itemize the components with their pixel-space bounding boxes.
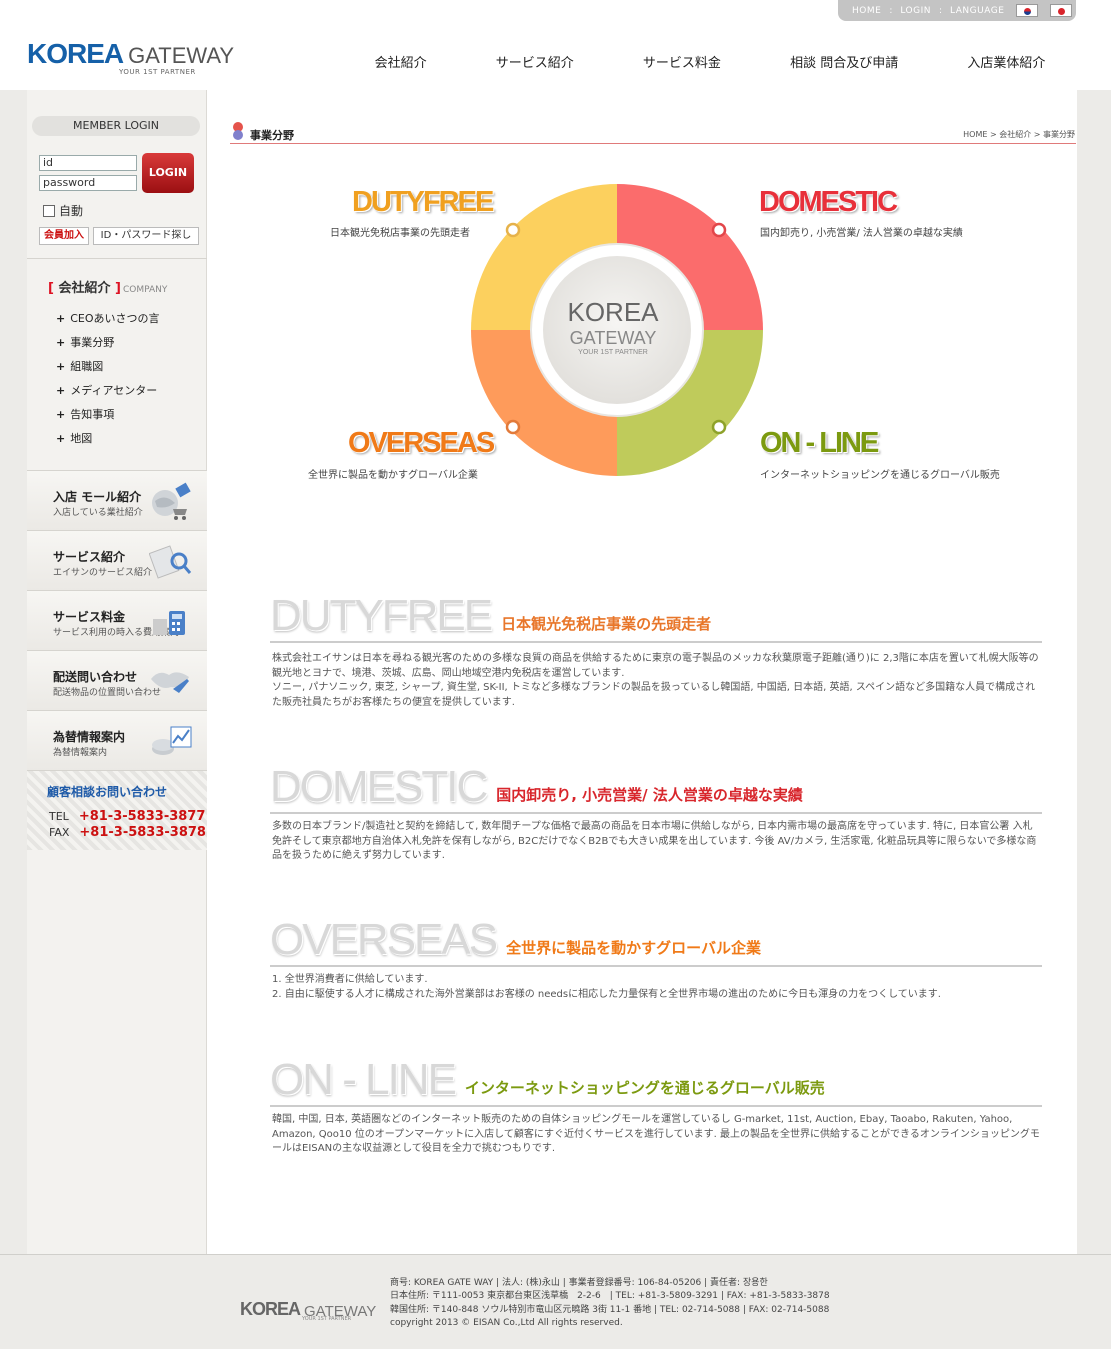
- section-divider: [270, 965, 1042, 967]
- store-mall-box[interactable]: 入店 モール紹介 入店している業社紹介: [27, 470, 207, 530]
- sidebar-item-notice[interactable]: + 告知事項: [56, 406, 114, 422]
- section-dutyfree-heading: DUTYFREE 日本観光免税店事業の先頭走者: [270, 591, 712, 640]
- delivery-inquiry-box[interactable]: 配送問い合わせ 配送物品の位置問い合わせ: [27, 650, 207, 710]
- business-donut-diagram: KOREA GATEWAY YOUR 1ST PARTNER: [471, 184, 763, 476]
- nav-inquiry[interactable]: 相談 問合及び申請: [790, 52, 898, 71]
- footer-copyright: copyright 2013 © EISAN Co.,Ltd All right…: [390, 1318, 623, 1329]
- section-dutyfree-body: 株式会社エイサンは日本を尋ねる観光客のための多様な良質の商品を供給するために東京…: [272, 653, 1039, 708]
- title-dots-icon: [233, 122, 243, 140]
- world-map-plane-icon: [151, 672, 189, 693]
- site-logo[interactable]: KOREA GATEWAY YOUR 1ST PARTNER: [27, 38, 235, 77]
- korean-flag-icon[interactable]: [1016, 4, 1039, 17]
- footer-company-line: 商号: KOREA GATE WAY | 法人: (株)永山 | 事業者登録番号…: [390, 1278, 768, 1288]
- footer-korea-address: 韓国住所: 〒140-848 ソウル特別市竜山区元曉路 3街 11-1 番地 |…: [390, 1304, 830, 1315]
- customer-contact-box: 顧客相談お問い合わせ TEL +81-3-5833-3877 FAX +81-3-5…: [27, 770, 207, 850]
- sidebar-item-ceo[interactable]: + CEOあいさつの言: [56, 310, 160, 326]
- hero-desc-dutyfree: 日本観光免税店事業の先頭走者: [330, 228, 470, 239]
- sidebar-item-map[interactable]: + 地図: [56, 430, 92, 446]
- hero-center-tagline: YOUR 1ST PARTNER: [578, 349, 648, 356]
- join-button[interactable]: 会員加入: [39, 227, 89, 245]
- exchange-info-box[interactable]: 為替情報案内 為替情報案内: [27, 710, 207, 770]
- language-label: LANGUAGE: [950, 5, 1005, 16]
- online-node: [711, 419, 727, 435]
- login-button[interactable]: LOGIN: [142, 153, 194, 193]
- top-separator: :: [939, 5, 943, 16]
- exchange-chart-icon: [152, 726, 192, 755]
- breadcrumb: HOME > 会社紹介 > 事業分野: [963, 130, 1075, 139]
- contact-tel: TEL +81-3-5833-3877: [49, 809, 206, 824]
- hero-label-domestic: DOMESTIC: [759, 186, 898, 218]
- sidebar-item-media[interactable]: + メディアセンター: [56, 382, 157, 398]
- nav-stores[interactable]: 入店業体紹介: [967, 52, 1045, 71]
- nav-services[interactable]: サービス紹介: [496, 52, 574, 71]
- calculator-icon: [153, 611, 185, 635]
- section-overseas-body: 1. 全世界消費者に供給しています. 2. 自由に駆使する人才に構成された海外営…: [272, 974, 941, 1000]
- auto-login[interactable]: 自動: [43, 202, 83, 219]
- hero-label-dutyfree: DUTYFREE: [352, 186, 494, 218]
- id-input[interactable]: id: [39, 155, 137, 171]
- hero-desc-online: インターネットショッピングを通じるグローバル販売: [760, 470, 1000, 481]
- login-link[interactable]: LOGIN: [900, 6, 931, 16]
- section-online-heading: ON - LINE インターネットショッピングを通じるグローバル販売: [270, 1055, 825, 1104]
- overseas-node: [505, 419, 521, 435]
- section-domestic-body: 多数の日本ブランド/製造社と契約を締結して, 数年間チープな価格で最高の商品を日…: [272, 821, 1037, 861]
- hero-desc-domestic: 国内卸売り, 小売営業/ 法人営業の卓越な実績: [760, 228, 963, 239]
- hero-desc-overseas: 全世界に製品を動かすグローバル企業: [308, 470, 478, 481]
- member-login-title: MEMBER LOGIN: [32, 116, 200, 136]
- title-divider: [230, 143, 1076, 144]
- page-title: 事業分野: [250, 129, 294, 142]
- logo-secondary-text: GATEWAY: [128, 43, 235, 68]
- sidebar-item-organization[interactable]: + 組職図: [56, 358, 103, 374]
- section-online-body: 韓国, 中国, 日本, 英語圏などのインターネット販売のための自体ショッピングモ…: [272, 1114, 1040, 1154]
- auto-login-label: 自動: [59, 204, 84, 218]
- hero-center-main: KOREA: [567, 297, 659, 327]
- menu-title-en: COMPANY: [122, 285, 168, 295]
- hero-label-overseas: OVERSEAS: [348, 427, 495, 459]
- top-separator: :: [889, 5, 893, 16]
- service-intro-box[interactable]: サービス紹介 エイサンのサービス紹介: [27, 530, 207, 590]
- section-divider: [270, 812, 1042, 814]
- section-overseas-heading: OVERSEAS 全世界に製品を動かすグローバル企業: [270, 915, 761, 964]
- sidebar-divider: [27, 258, 207, 259]
- contact-fax: FAX +81-3-5833-3878: [49, 825, 206, 840]
- section-domestic-heading: DOMESTIC 国内卸売り, 小売営業/ 法人営業の卓越な実績: [270, 762, 803, 811]
- footer-japan-address: 日本住所: 〒111-0053 東京都台東区浅草橋 2-2-6 | TEL: +…: [390, 1291, 830, 1302]
- logo-main-text: KOREA: [27, 38, 124, 69]
- nav-pricing[interactable]: サービス料金: [643, 52, 721, 71]
- nav-company[interactable]: 会社紹介: [375, 52, 427, 71]
- japanese-flag-icon[interactable]: [1050, 4, 1073, 17]
- magnifier-document-icon: [149, 545, 192, 579]
- service-pricing-box[interactable]: サービス料金 サービス利用の時入る費用案内: [27, 590, 207, 650]
- password-input[interactable]: password: [39, 175, 137, 191]
- section-divider: [270, 1105, 1042, 1107]
- auto-login-checkbox[interactable]: [43, 204, 55, 217]
- footer-logo: KOREA GATEWAY YOUR 1ST PARTNER: [240, 1299, 377, 1322]
- footer-info: 商号: KOREA GATE WAY | 法人: (株)永山 | 事業者登録番号…: [390, 1277, 830, 1331]
- top-utility-bar: HOME : LOGIN : LANGUAGE: [838, 0, 1076, 21]
- logo-tagline: YOUR 1ST PARTNER: [119, 68, 196, 76]
- main-nav: 会社紹介 サービス紹介 サービス料金 相談 問合及び申請 入店業体紹介: [340, 52, 1080, 71]
- domestic-node: [711, 222, 727, 238]
- dutyfree-node: [505, 222, 521, 238]
- hero-label-online: ON - LINE: [760, 427, 879, 459]
- hero-center-secondary: GATEWAY: [570, 328, 657, 348]
- home-link[interactable]: HOME: [852, 6, 881, 16]
- sidebar-menu-title: [ 会社紹介 ] COMPANY: [48, 281, 168, 296]
- find-account-button[interactable]: ID・パスワード探し: [93, 227, 199, 245]
- globe-cart-icon: [152, 482, 191, 520]
- sidebar-item-business[interactable]: + 事業分野: [56, 334, 114, 350]
- menu-title-text: 会社紹介: [58, 281, 111, 296]
- contact-title: 顧客相談お問い合わせ: [47, 785, 168, 799]
- section-divider: [270, 641, 1042, 643]
